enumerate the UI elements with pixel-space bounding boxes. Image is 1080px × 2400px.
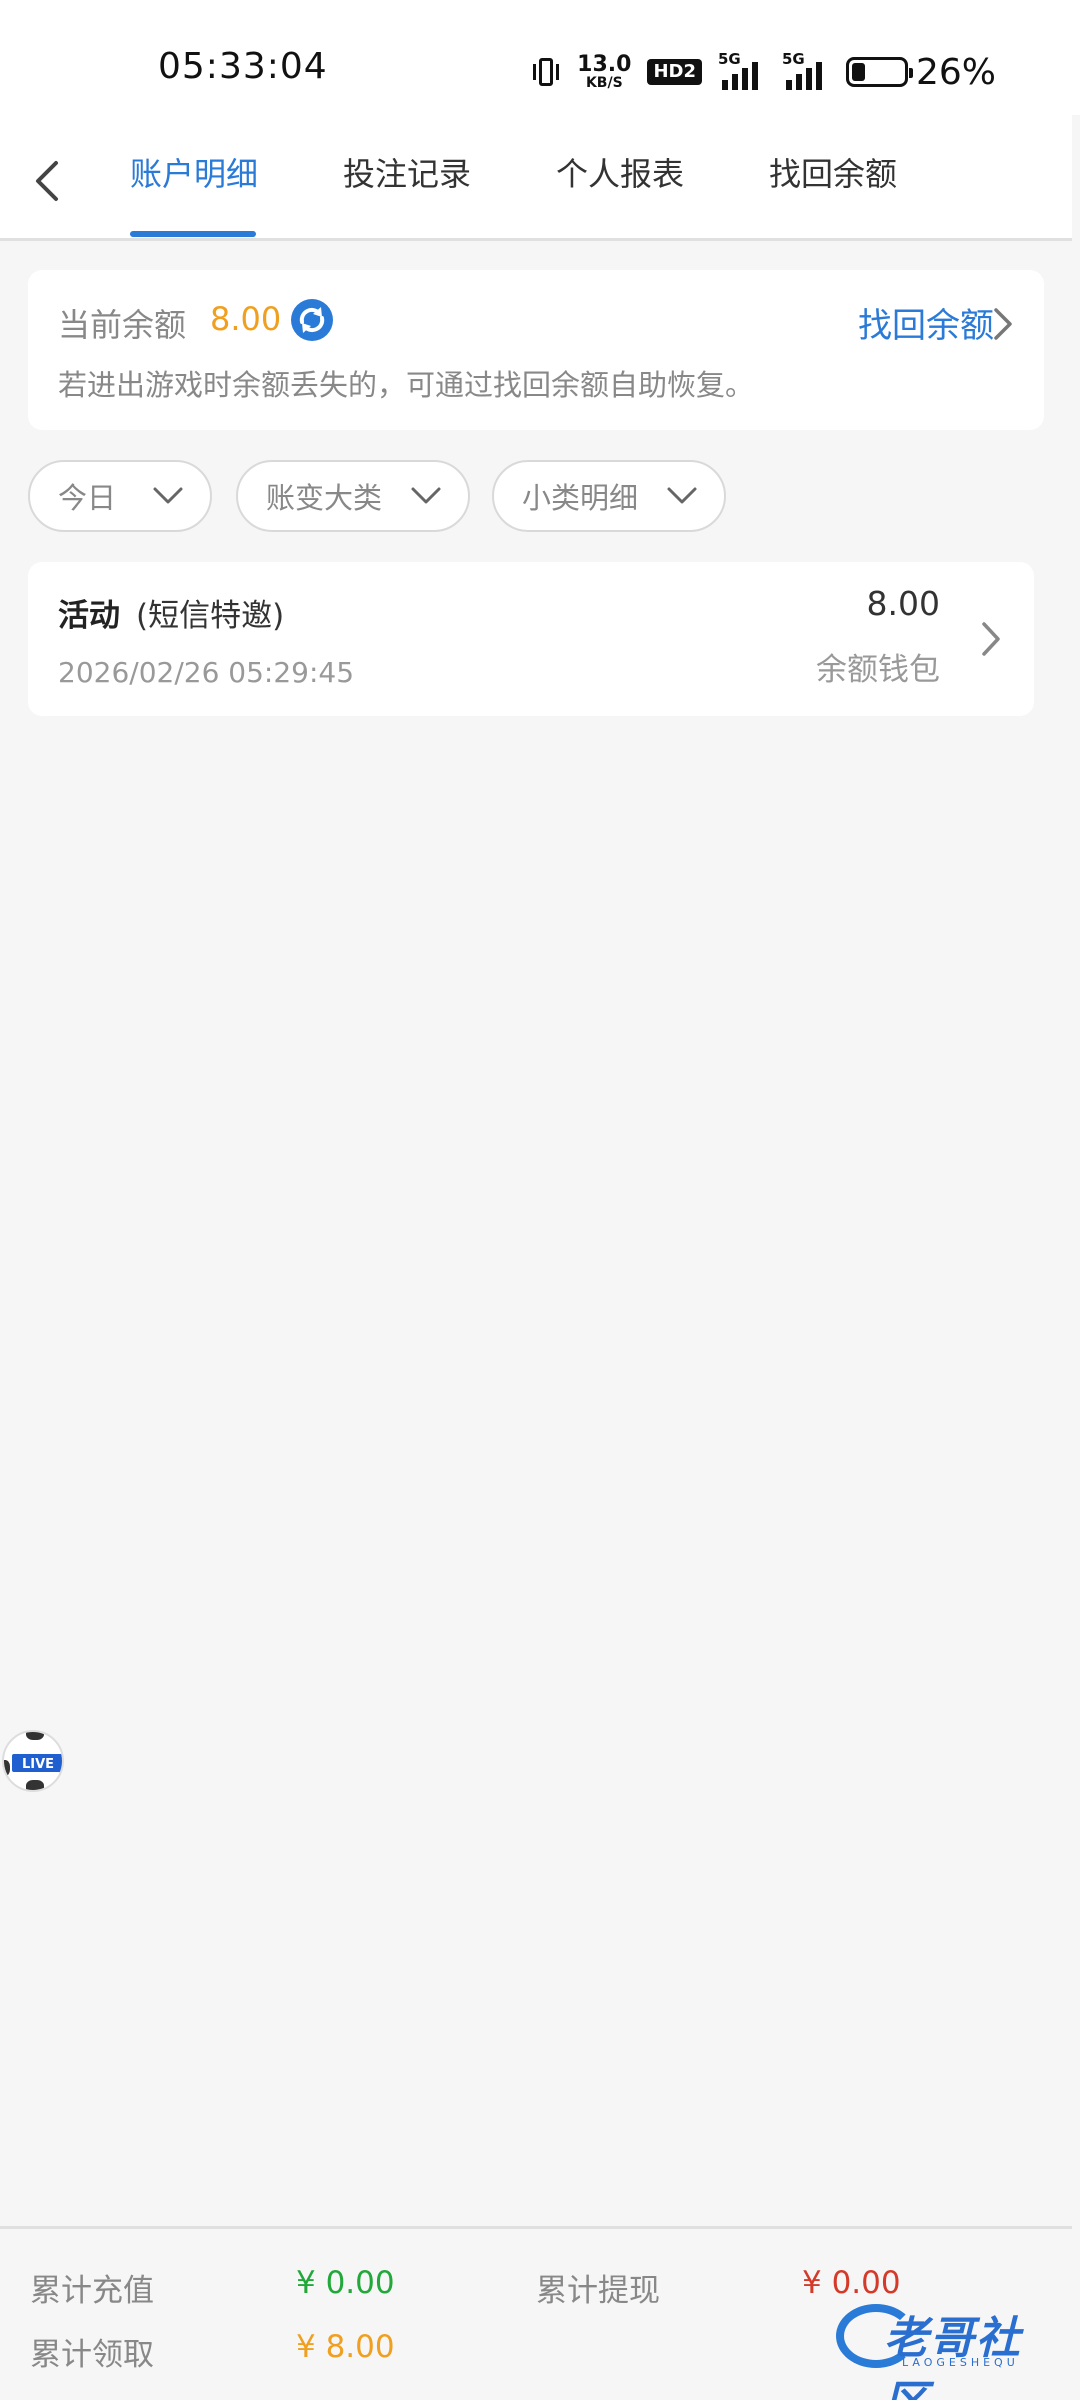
recharge-label: 累计充值 — [30, 2273, 154, 2309]
net-speed-value: 13.0 — [577, 52, 632, 77]
hd-icon: HD2 — [647, 59, 702, 85]
battery-icon: 26% — [845, 51, 996, 93]
watermark-sub: LAOGESHEQU — [902, 2356, 1019, 2369]
recover-balance-link[interactable]: 找回余额 — [858, 298, 994, 347]
live-tag: LIVE — [10, 1752, 62, 1774]
net-speed-unit: KB/S — [585, 75, 623, 91]
live-floating-button[interactable]: LIVE — [2, 1730, 64, 1792]
chevron-down-icon — [411, 487, 441, 504]
recharge-value: ¥ 0.00 — [296, 2265, 395, 2301]
claimed-value: ¥ 8.00 — [296, 2329, 395, 2365]
chevron-down-icon — [153, 487, 183, 504]
record-wallet: 余额钱包 — [816, 652, 940, 688]
filter-subcategory-label: 小类明细 — [522, 481, 639, 515]
watermark-logo: 老哥社区 LAOGESHEQU — [836, 2300, 1062, 2400]
tab-personal-report[interactable]: 个人报表 — [556, 149, 684, 209]
refresh-icon[interactable] — [288, 296, 336, 344]
watermark-text: 老哥社区 — [884, 2313, 1022, 2400]
tab-bet-record[interactable]: 投注记录 — [343, 149, 471, 209]
balance-card: 当前余额 8.00 找回余额 若进出游戏时余额丢失的，可通过找回余额自助恢复。 — [28, 270, 1044, 430]
record-subtitle: (短信特邀) — [136, 598, 285, 634]
record-title: 活动 — [58, 598, 120, 634]
filter-category-label: 账变大类 — [266, 481, 383, 515]
chevron-right-icon — [982, 622, 1000, 656]
tab-header: 账户明细 投注记录 个人报表 找回余额 — [0, 115, 1072, 241]
claimed-label: 累计领取 — [30, 2337, 154, 2373]
chevron-right-icon[interactable] — [990, 304, 1016, 344]
record-date: 2026/02/26 05:29:45 — [58, 656, 355, 689]
net-speed: 13.0 KB/S — [577, 52, 632, 91]
status-icons: 13.0 KB/S HD2 5G 5G 26% — [531, 48, 996, 96]
signal-icon: 5G — [782, 50, 830, 90]
tab-recover-balance[interactable]: 找回余额 — [769, 149, 897, 209]
signal-icon: 5G — [718, 50, 766, 90]
filter-date-label: 今日 — [58, 481, 117, 515]
filter-category[interactable]: 账变大类 — [236, 460, 470, 532]
vibrate-icon — [531, 56, 561, 88]
chevron-down-icon — [667, 487, 697, 504]
balance-value: 8.00 — [210, 300, 282, 338]
withdraw-label: 累计提现 — [536, 2273, 660, 2309]
active-tab-indicator — [130, 231, 256, 237]
record-amount: 8.00 — [866, 584, 940, 623]
balance-label: 当前余额 — [58, 306, 187, 344]
status-bar: 05:33:04 13.0 KB/S HD2 5G 5G 26% — [0, 0, 1080, 115]
filter-subcategory[interactable]: 小类明细 — [492, 460, 726, 532]
filter-date[interactable]: 今日 — [28, 460, 212, 532]
status-time: 05:33:04 — [158, 46, 328, 87]
back-button[interactable] — [26, 151, 70, 211]
chevron-left-icon — [36, 161, 58, 201]
list-item[interactable]: 活动 (短信特邀) 2026/02/26 05:29:45 8.00 余额钱包 — [28, 562, 1034, 716]
tab-account-detail[interactable]: 账户明细 — [130, 149, 258, 209]
balance-hint: 若进出游戏时余额丢失的，可通过找回余额自助恢复。 — [58, 368, 755, 402]
withdraw-value: ¥ 0.00 — [802, 2265, 901, 2301]
battery-percent: 26% — [915, 51, 996, 93]
